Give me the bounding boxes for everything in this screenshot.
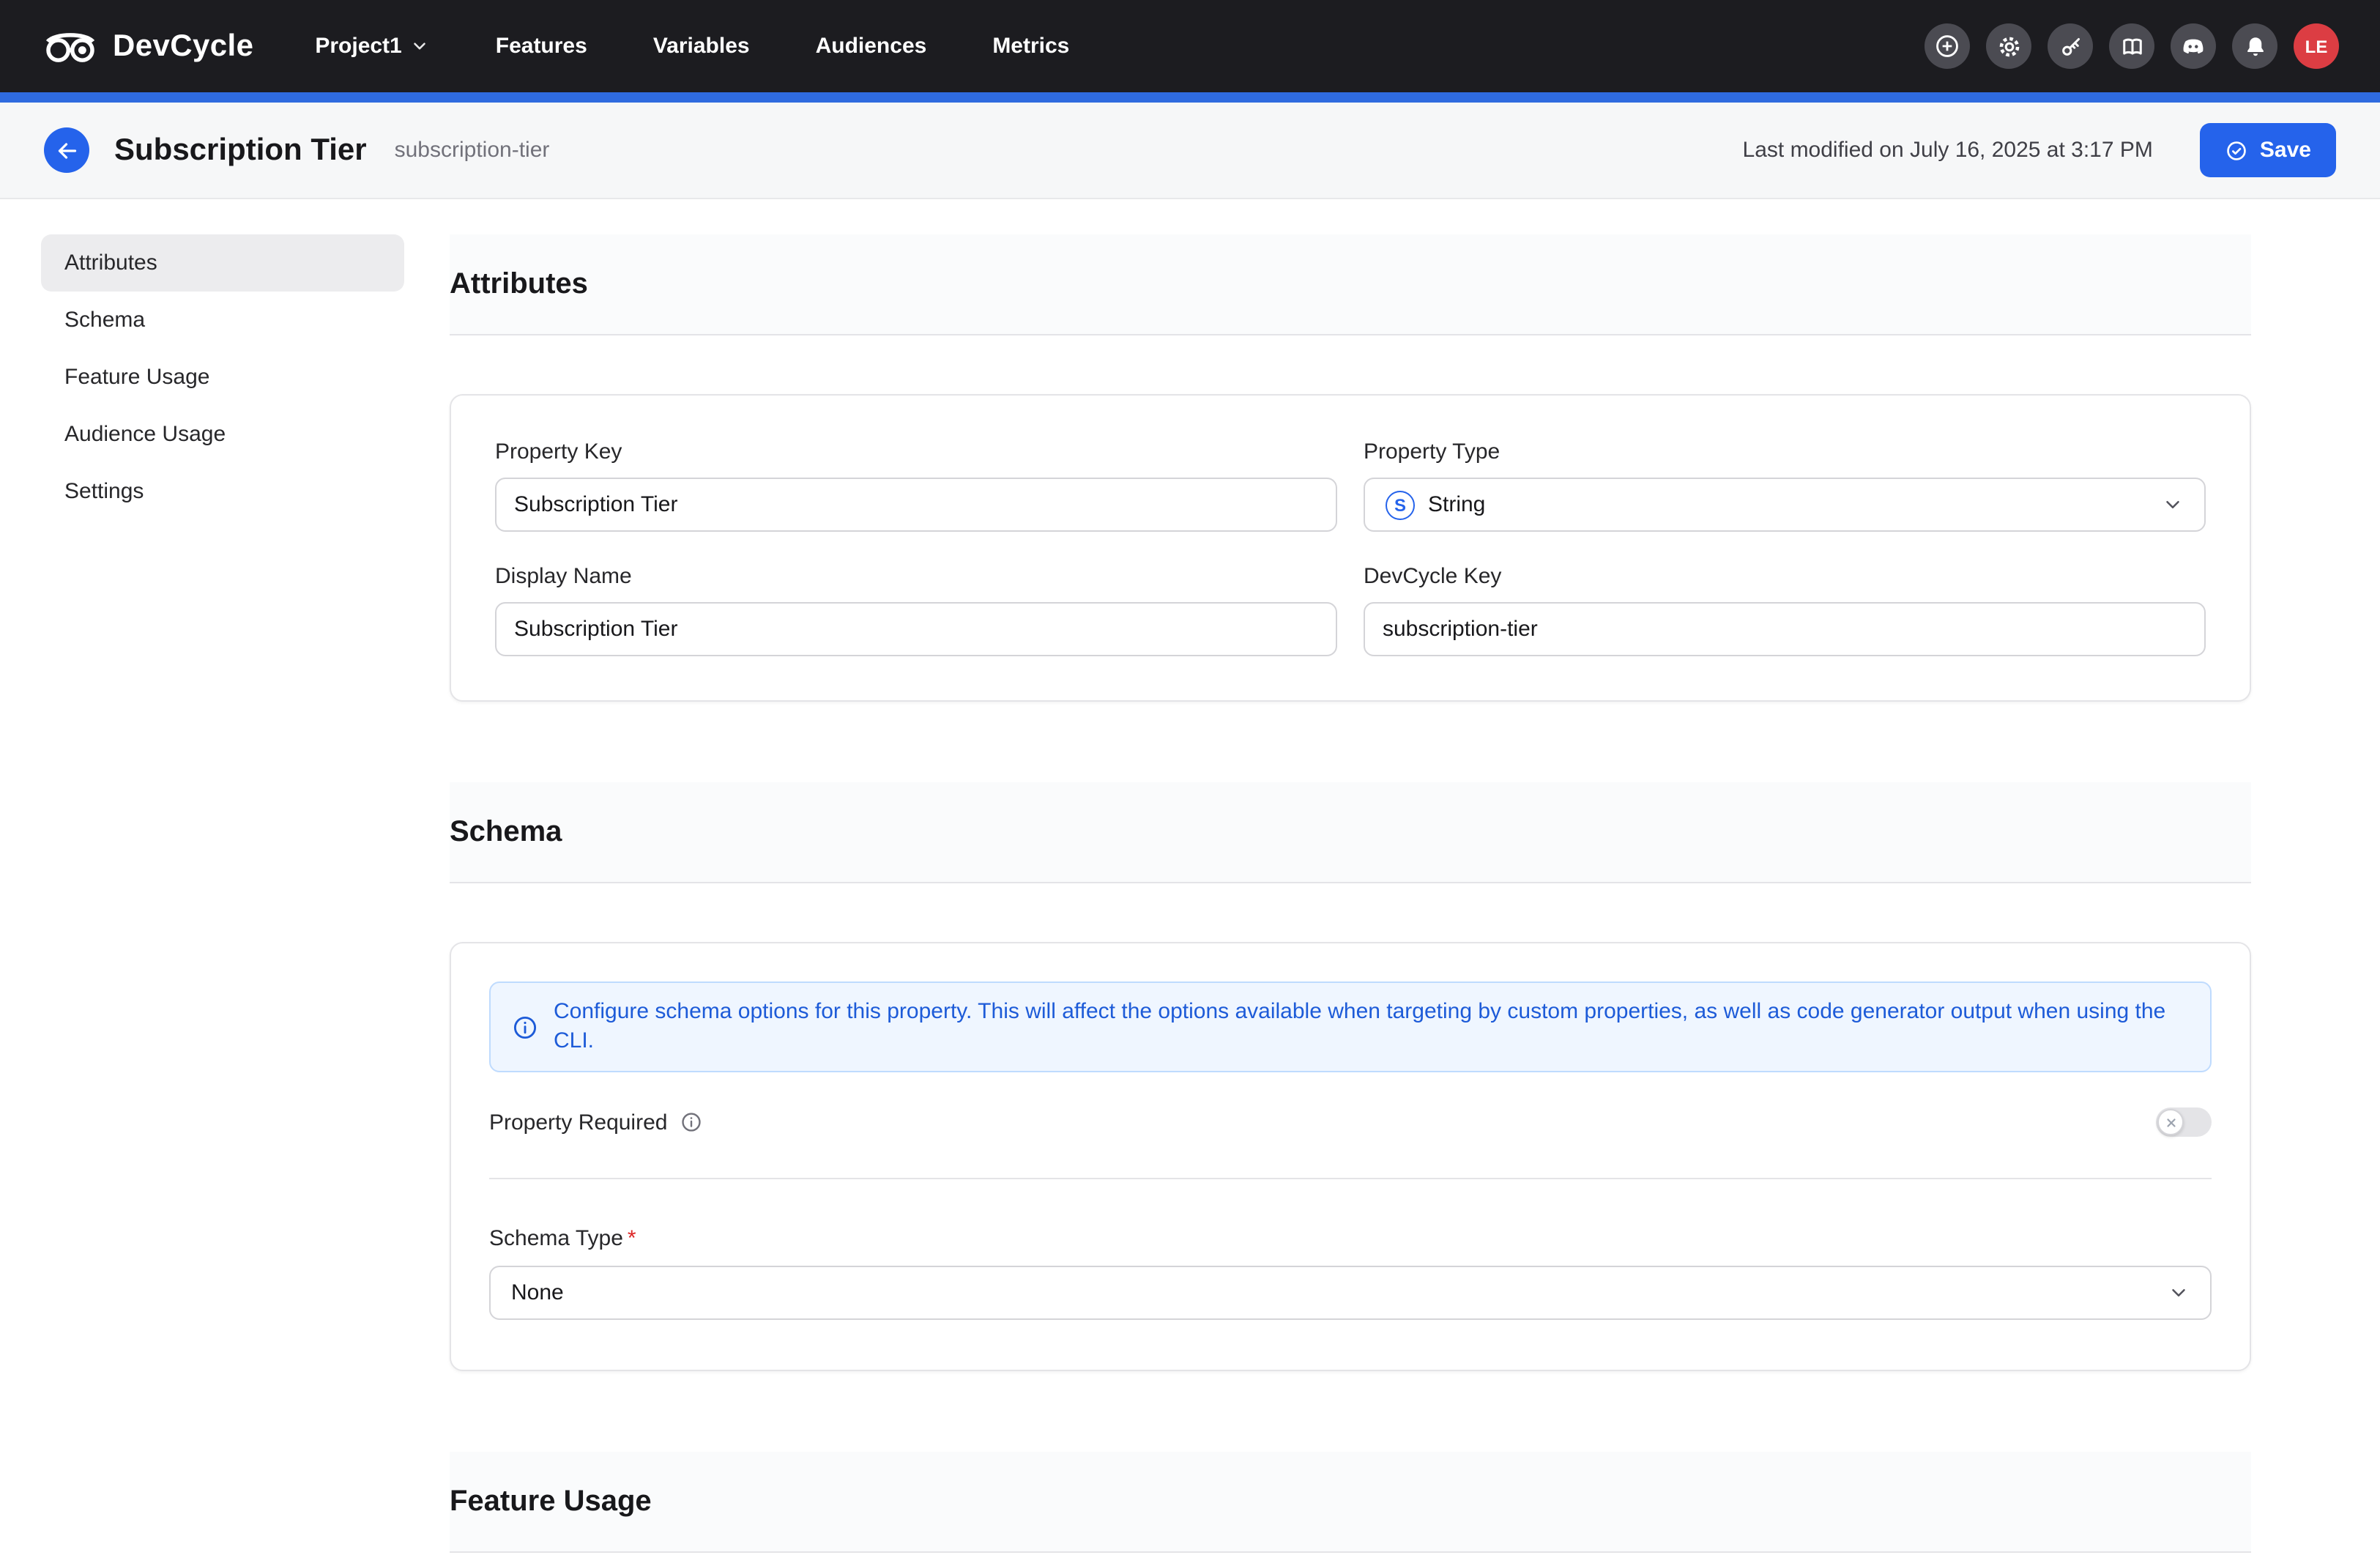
attributes-section-title: Attributes bbox=[450, 267, 588, 301]
nav-item-features[interactable]: Features bbox=[496, 34, 587, 59]
check-circle-icon bbox=[2225, 138, 2248, 162]
accent-bar bbox=[0, 92, 2380, 103]
property-required-label: Property Required bbox=[489, 1110, 667, 1135]
feature-usage-section-header: Feature Usage bbox=[450, 1452, 2251, 1553]
navbar-actions: LE bbox=[1925, 23, 2339, 69]
user-avatar[interactable]: LE bbox=[2294, 23, 2339, 69]
last-modified-text: Last modified on July 16, 2025 at 3:17 P… bbox=[1743, 138, 2153, 163]
api-keys-button[interactable] bbox=[2048, 23, 2093, 69]
create-button[interactable] bbox=[1925, 23, 1970, 69]
divider bbox=[489, 1178, 2212, 1179]
feature-usage-section: Feature Usage bbox=[450, 1452, 2251, 1553]
brand-logo[interactable]: DevCycle bbox=[41, 27, 253, 65]
feature-usage-section-title: Feature Usage bbox=[450, 1485, 652, 1518]
schema-type-value: None bbox=[511, 1280, 2168, 1305]
settings-button[interactable] bbox=[1986, 23, 2031, 69]
property-required-toggle[interactable] bbox=[2156, 1107, 2212, 1137]
attributes-section-header: Attributes bbox=[450, 234, 2251, 335]
chevron-down-icon bbox=[2162, 494, 2184, 516]
book-icon bbox=[2119, 33, 2145, 59]
brand-name: DevCycle bbox=[113, 29, 253, 64]
schema-card: Configure schema options for this proper… bbox=[450, 942, 2251, 1371]
primary-nav: Project1 Features Variables Audiences Me… bbox=[315, 34, 1069, 59]
property-key-field: Property Key bbox=[495, 439, 1337, 532]
page-header: Subscription Tier subscription-tier Last… bbox=[0, 103, 2380, 199]
property-required-row: Property Required bbox=[489, 1107, 2212, 1137]
schema-type-label-text: Schema Type bbox=[489, 1226, 623, 1251]
toggle-knob bbox=[2157, 1109, 2184, 1135]
app-window: DevCycle Project1 Features Variables Aud… bbox=[0, 0, 2380, 1566]
required-marker: * bbox=[628, 1226, 636, 1251]
nav-item-metrics[interactable]: Metrics bbox=[992, 34, 1069, 59]
info-icon bbox=[511, 1013, 539, 1041]
schema-info-text: Configure schema options for this proper… bbox=[554, 998, 2190, 1056]
back-button[interactable] bbox=[44, 127, 89, 173]
devcycle-goggles-icon bbox=[41, 27, 100, 65]
schema-type-select[interactable]: None bbox=[489, 1266, 2212, 1320]
chevron-down-icon bbox=[411, 37, 430, 56]
key-icon bbox=[2057, 33, 2083, 59]
property-type-value: String bbox=[1428, 492, 2162, 517]
schema-info-banner: Configure schema options for this proper… bbox=[489, 981, 2212, 1072]
content-area: Attributes Schema Feature Usage Audience… bbox=[0, 199, 2380, 1553]
string-type-icon: S bbox=[1386, 490, 1415, 519]
sidebar-item-attributes[interactable]: Attributes bbox=[41, 234, 404, 292]
display-name-field: Display Name bbox=[495, 564, 1337, 656]
schema-section-title: Schema bbox=[450, 815, 562, 849]
save-button-label: Save bbox=[2260, 138, 2311, 163]
devcycle-key-input[interactable] bbox=[1364, 602, 2206, 656]
property-key-label: Property Key bbox=[495, 439, 1337, 464]
attributes-section: Attributes Property Key Property Type S … bbox=[450, 234, 2251, 702]
docs-button[interactable] bbox=[2109, 23, 2154, 69]
schema-section: Schema Configure schema options for this… bbox=[450, 782, 2251, 1371]
property-key-input[interactable] bbox=[495, 478, 1337, 532]
bell-icon bbox=[2242, 33, 2268, 59]
section-sidebar: Attributes Schema Feature Usage Audience… bbox=[41, 234, 404, 520]
nav-project-dropdown[interactable]: Project1 bbox=[315, 34, 429, 59]
discord-icon bbox=[2179, 32, 2207, 60]
plus-circle-icon bbox=[1933, 32, 1961, 60]
info-icon[interactable] bbox=[679, 1110, 702, 1134]
save-button[interactable]: Save bbox=[2200, 123, 2336, 177]
main-column: Attributes Property Key Property Type S … bbox=[450, 234, 2251, 1553]
display-name-label: Display Name bbox=[495, 564, 1337, 589]
top-navbar: DevCycle Project1 Features Variables Aud… bbox=[0, 0, 2380, 92]
page-title: Subscription Tier bbox=[114, 133, 367, 168]
page-slug: subscription-tier bbox=[395, 138, 550, 163]
sidebar-item-audience-usage[interactable]: Audience Usage bbox=[41, 406, 404, 463]
notifications-button[interactable] bbox=[2232, 23, 2277, 69]
devcycle-key-field: DevCycle Key bbox=[1364, 564, 2206, 656]
display-name-input[interactable] bbox=[495, 602, 1337, 656]
schema-section-header: Schema bbox=[450, 782, 2251, 883]
sidebar-item-schema[interactable]: Schema bbox=[41, 292, 404, 349]
sidebar-item-feature-usage[interactable]: Feature Usage bbox=[41, 349, 404, 406]
property-type-select[interactable]: S String bbox=[1364, 478, 2206, 532]
arrow-left-icon bbox=[53, 137, 80, 163]
nav-project-label: Project1 bbox=[315, 34, 401, 59]
nav-item-variables[interactable]: Variables bbox=[653, 34, 750, 59]
devcycle-key-label: DevCycle Key bbox=[1364, 564, 2206, 589]
property-type-field: Property Type S String bbox=[1364, 439, 2206, 532]
discord-button[interactable] bbox=[2171, 23, 2216, 69]
attributes-card: Property Key Property Type S String bbox=[450, 394, 2251, 702]
property-type-label: Property Type bbox=[1364, 439, 2206, 464]
schema-type-label: Schema Type* bbox=[489, 1226, 2212, 1251]
gear-icon bbox=[1996, 33, 2022, 59]
nav-item-audiences[interactable]: Audiences bbox=[816, 34, 927, 59]
chevron-down-icon bbox=[2168, 1282, 2190, 1304]
sidebar-item-settings[interactable]: Settings bbox=[41, 463, 404, 520]
